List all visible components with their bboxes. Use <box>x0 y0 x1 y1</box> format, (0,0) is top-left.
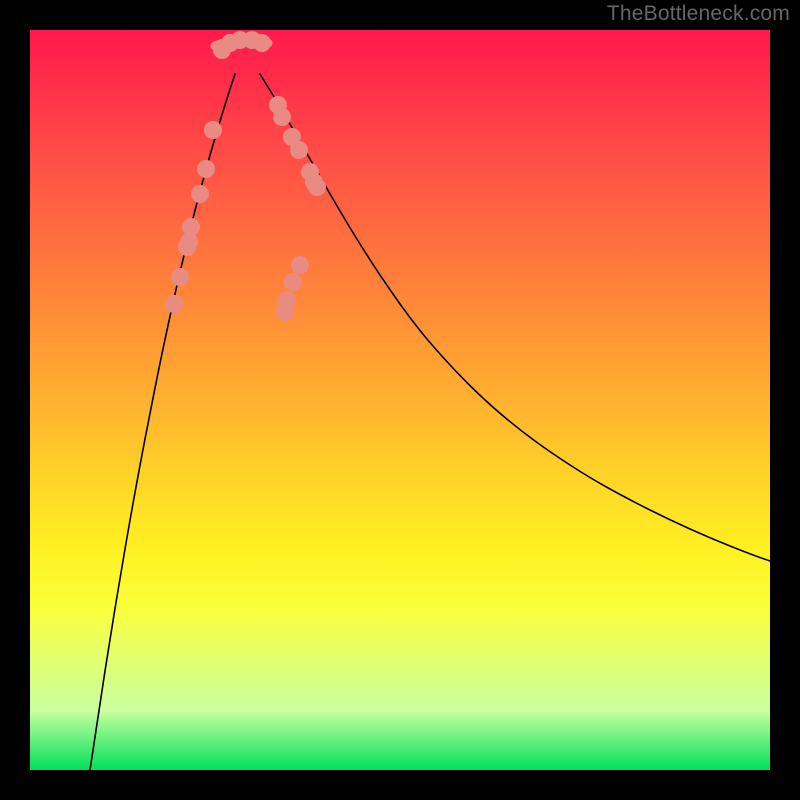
plot-svg <box>30 30 770 770</box>
curve-right <box>260 74 770 561</box>
data-dot <box>290 141 308 159</box>
data-dot <box>171 268 189 286</box>
data-dot <box>273 108 291 126</box>
data-dot <box>291 256 309 274</box>
plot-area <box>30 30 770 770</box>
data-dot <box>253 34 271 52</box>
data-dots <box>165 31 326 321</box>
data-dot <box>182 218 200 236</box>
data-dot <box>278 291 296 309</box>
data-dot <box>191 185 209 203</box>
data-dot <box>204 121 222 139</box>
data-dot <box>308 178 326 196</box>
curve-left <box>90 74 235 770</box>
watermark-text: TheBottleneck.com <box>607 2 790 26</box>
chart-stage: TheBottleneck.com <box>0 0 800 800</box>
data-dot <box>197 160 215 178</box>
data-dot <box>284 273 302 291</box>
data-dot <box>165 295 183 313</box>
